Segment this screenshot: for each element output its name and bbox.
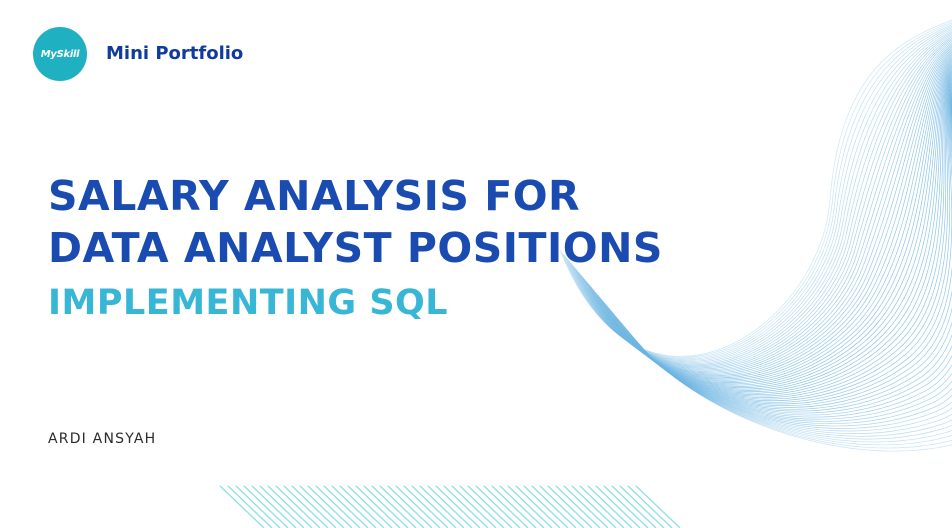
- subtitle: IMPLEMENTING SQL: [48, 283, 449, 323]
- author-name: ARDI ANSYAH: [48, 431, 157, 447]
- title-line-2: DATA ANALYST POSITIONS: [48, 224, 663, 272]
- mini-portfolio-label: Mini Portfolio: [106, 43, 244, 64]
- logo-text: MySkill: [40, 48, 80, 60]
- page-title: SALARY ANALYSIS FOR DATA ANALYST POSITIO…: [48, 170, 663, 274]
- wave-line: [632, 102, 952, 437]
- title-slide: MySkill Mini Portfolio SALARY ANALYSIS F…: [0, 0, 952, 528]
- title-line-1: SALARY ANALYSIS FOR: [48, 172, 581, 220]
- wave-line: [634, 103, 952, 440]
- myskill-logo: MySkill: [33, 27, 87, 81]
- wave-line: [630, 99, 952, 432]
